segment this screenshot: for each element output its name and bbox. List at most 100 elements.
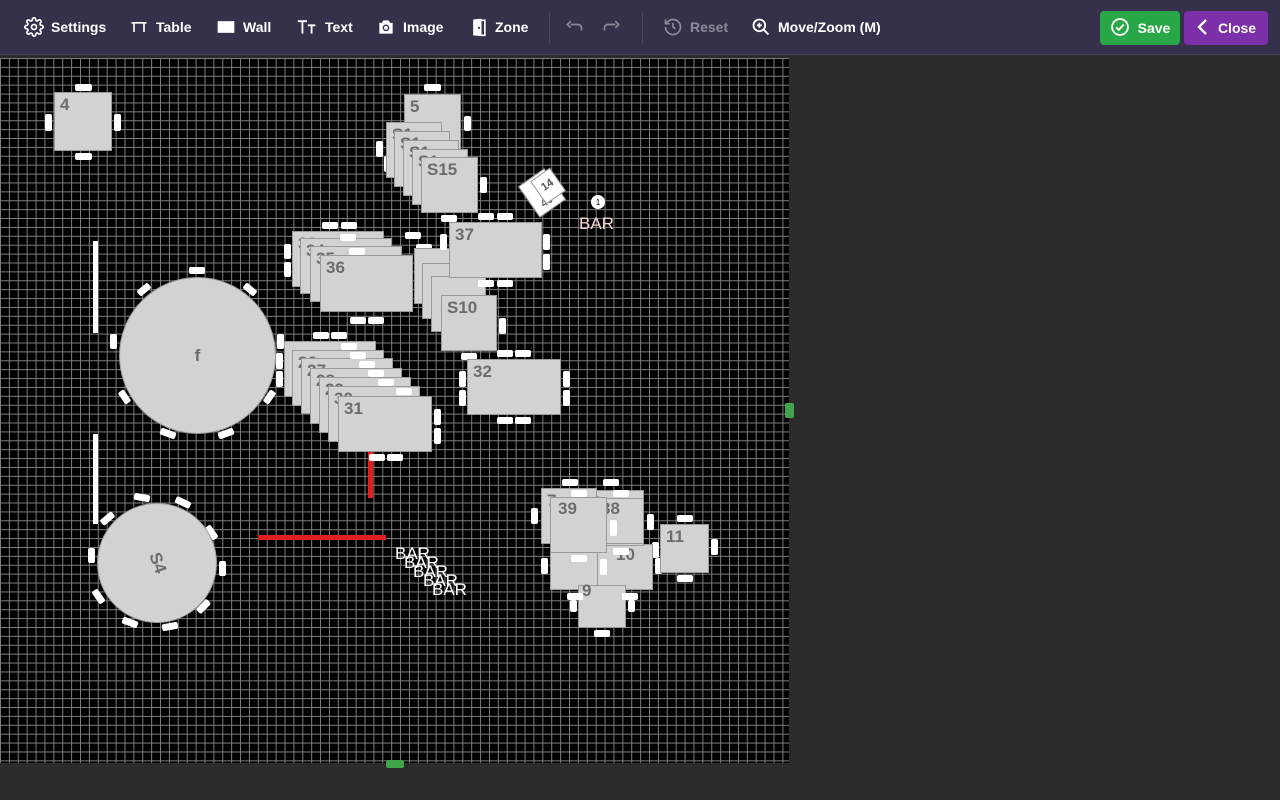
table-39[interactable]: 39 xyxy=(550,497,607,553)
move-zoom-label: Move/Zoom (M) xyxy=(778,19,881,35)
toolbar-divider xyxy=(642,12,643,44)
chair xyxy=(499,318,506,334)
resize-handle-bottom[interactable] xyxy=(386,760,404,768)
chair xyxy=(543,234,550,250)
chair xyxy=(284,262,291,277)
chair xyxy=(571,555,587,562)
wall-label: Wall xyxy=(243,19,272,35)
table-label: S15 xyxy=(427,160,458,179)
wall-segment[interactable] xyxy=(93,434,98,524)
chair xyxy=(541,558,548,574)
chair xyxy=(440,234,447,250)
save-button[interactable]: Save xyxy=(1100,11,1180,45)
table-label: Table xyxy=(156,19,192,35)
chair xyxy=(284,244,291,259)
chair xyxy=(515,350,531,357)
chair xyxy=(677,575,693,582)
table-label: 11 xyxy=(666,527,684,546)
table-s15[interactable]: S15 xyxy=(421,157,478,213)
undo-button[interactable] xyxy=(563,10,585,44)
round-table-f[interactable]: f xyxy=(119,277,276,434)
text-label: Text xyxy=(325,19,353,35)
chair xyxy=(376,141,383,157)
chair xyxy=(622,593,638,600)
table-31[interactable]: 31 xyxy=(338,396,432,452)
chair xyxy=(531,508,538,524)
chair xyxy=(405,232,421,239)
save-label: Save xyxy=(1137,20,1171,36)
chair xyxy=(331,332,347,339)
toolbar-divider xyxy=(549,12,550,44)
chair xyxy=(563,390,570,406)
table-s10[interactable]: S10 xyxy=(441,295,497,351)
text-button[interactable]: Text xyxy=(296,10,353,44)
chair xyxy=(628,600,635,612)
move-zoom-button[interactable]: Move/Zoom (M) xyxy=(751,10,881,44)
chair xyxy=(711,539,718,555)
chair xyxy=(480,177,487,193)
chair xyxy=(424,84,441,91)
reset-label: Reset xyxy=(690,19,729,35)
chair xyxy=(563,371,570,387)
door-icon xyxy=(470,17,488,37)
chair xyxy=(114,114,121,131)
zone-button[interactable]: Zone xyxy=(470,10,528,44)
round-table-s4[interactable]: S4 xyxy=(97,503,217,623)
chair xyxy=(276,353,283,369)
chair xyxy=(396,388,412,395)
chair xyxy=(189,267,205,274)
chair xyxy=(359,361,375,368)
table-label: 9 xyxy=(582,581,592,600)
bar-label[interactable]: BAR xyxy=(432,580,467,600)
wall-button[interactable]: Wall xyxy=(216,10,271,44)
close-button[interactable]: Close xyxy=(1184,11,1268,45)
zone-label: Zone xyxy=(495,19,529,35)
table-label: 39 xyxy=(558,499,577,518)
chair xyxy=(88,548,95,563)
chair xyxy=(341,343,357,350)
bar-marker[interactable]: 1 xyxy=(591,195,605,209)
table-button[interactable]: Table xyxy=(129,10,192,44)
table-label: 5 xyxy=(410,97,420,116)
chair xyxy=(497,417,513,424)
wall-segment-red[interactable] xyxy=(258,535,386,540)
gear-icon xyxy=(24,17,44,37)
chair xyxy=(497,280,513,287)
table-label: 37 xyxy=(455,225,474,244)
table-4[interactable]: 4 xyxy=(54,92,112,151)
table-label: 4 xyxy=(60,95,70,114)
chair xyxy=(567,593,583,600)
editor-toolbar: Settings Table Wall Text Image Zone Rese… xyxy=(0,0,1280,55)
chair xyxy=(340,234,356,241)
chair xyxy=(349,248,365,255)
chair xyxy=(368,370,384,377)
chair xyxy=(594,630,610,637)
chair xyxy=(613,490,629,497)
table-11[interactable]: 11 xyxy=(660,524,709,573)
wall-segment[interactable] xyxy=(93,241,98,333)
table-9[interactable]: 9 xyxy=(578,581,626,628)
text-icon xyxy=(296,17,318,37)
chair xyxy=(369,454,385,461)
chair xyxy=(613,548,629,555)
settings-button[interactable]: Settings xyxy=(24,10,106,44)
floor-plan-canvas[interactable]: 4 5 S1 S1 S1 S1 S15 40 14 1 BAR 33 34 35 xyxy=(0,58,789,763)
check-circle-icon xyxy=(1110,17,1130,40)
image-label: Image xyxy=(403,19,444,35)
table-32[interactable]: 32 xyxy=(467,359,561,415)
chair xyxy=(497,213,513,220)
chair xyxy=(652,542,659,558)
undo-icon xyxy=(563,17,585,37)
bar-label[interactable]: BAR xyxy=(579,214,614,234)
chair xyxy=(434,428,441,444)
chair xyxy=(277,334,284,349)
resize-handle-right[interactable] xyxy=(785,403,794,418)
table-37[interactable]: 37 xyxy=(449,222,542,278)
chair xyxy=(464,116,471,131)
redo-button[interactable] xyxy=(601,10,623,44)
reset-button[interactable]: Reset xyxy=(663,10,728,44)
table-label: 32 xyxy=(473,362,492,381)
chair xyxy=(459,390,466,406)
table-36[interactable]: 36 xyxy=(320,255,413,312)
image-button[interactable]: Image xyxy=(376,10,443,44)
